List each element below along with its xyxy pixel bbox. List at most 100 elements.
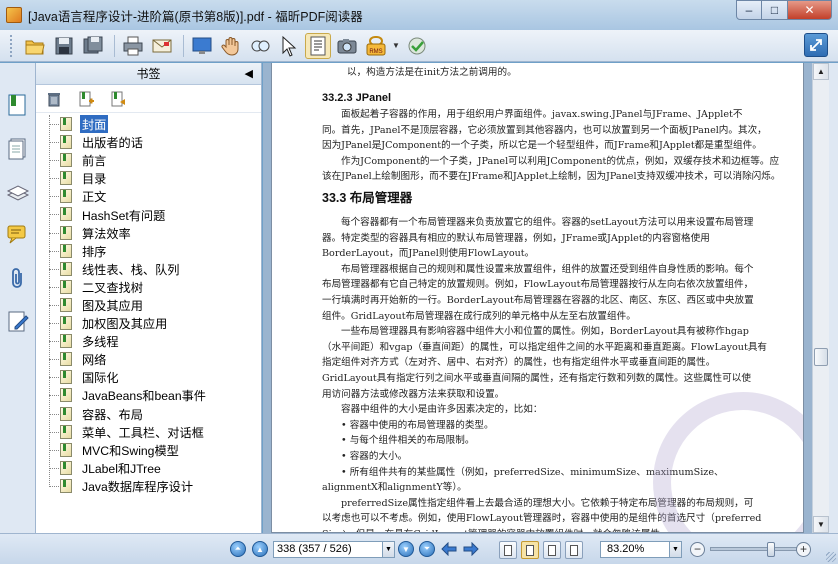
continuous-facing-view-button[interactable]: [565, 541, 583, 559]
doc-line: 面板起着子容器的作用，用于组织用户界面组件。javax.swing.JPanel…: [341, 109, 743, 120]
facing-view-button[interactable]: [543, 541, 561, 559]
collapse-panel-icon[interactable]: ◀: [245, 67, 253, 80]
bookmark-icon: [60, 316, 72, 331]
tree-connector-line: [49, 232, 59, 234]
save-as-button[interactable]: [80, 33, 106, 59]
resize-grip[interactable]: [826, 552, 836, 562]
sign-icon: [408, 37, 426, 54]
pages-tab[interactable]: [6, 137, 30, 161]
bookmark-label: 排序: [82, 244, 107, 259]
zoom-out-button[interactable]: −: [690, 542, 705, 557]
delete-bookmark-button[interactable]: [44, 89, 64, 109]
zoom-tool-button[interactable]: [247, 33, 273, 59]
tree-connector-line: [49, 142, 59, 144]
bookmark-item[interactable]: 前言: [36, 151, 262, 169]
back-button[interactable]: [440, 541, 458, 557]
bookmark-item[interactable]: 线性表、栈、队列: [36, 260, 262, 278]
first-page-button[interactable]: ⏶: [230, 541, 246, 557]
bookmarks-tab[interactable]: [6, 93, 30, 117]
bookmark-item[interactable]: JavaBeans和bean事件: [36, 386, 262, 404]
tree-connector-line: [49, 377, 59, 379]
zoom-dropdown-icon[interactable]: ▼: [670, 541, 682, 558]
bookmark-item[interactable]: 加权图及其应用: [36, 314, 262, 332]
bookmark-item[interactable]: 目录: [36, 169, 262, 187]
tree-connector-line: [49, 304, 59, 306]
bookmark-item[interactable]: 二叉查找树: [36, 278, 262, 296]
page-number-input[interactable]: 338 (357 / 526): [273, 541, 383, 558]
signatures-tab[interactable]: [6, 309, 30, 333]
right-edge: [829, 63, 838, 533]
bookmark-item[interactable]: 网络: [36, 350, 262, 368]
bookmark-label: Java数据库程序设计: [82, 479, 194, 494]
zoom-slider[interactable]: [710, 547, 800, 551]
bookmark-icon: [60, 478, 72, 493]
forward-button[interactable]: [462, 541, 480, 557]
close-button[interactable]: ✕: [788, 0, 832, 20]
toolbar-separator: [183, 34, 184, 57]
tree-connector-line: [49, 449, 59, 451]
bookmark-item[interactable]: 国际化: [36, 368, 262, 386]
bookmark-item[interactable]: Java数据库程序设计: [36, 477, 262, 495]
fullscreen-button[interactable]: [189, 33, 215, 59]
save-button[interactable]: [51, 33, 77, 59]
scroll-down-button[interactable]: ▼: [813, 516, 829, 533]
bookmark-label: JavaBeans和bean事件: [82, 389, 206, 404]
select-tool-button[interactable]: [276, 33, 302, 59]
document-view[interactable]: 以，构造方法是在init方法之前调用的。 33.2.3 JPanel 面板起着子…: [263, 63, 812, 533]
single-page-icon: [504, 544, 512, 556]
bookmark-item[interactable]: 图及其应用: [36, 296, 262, 314]
bookmark-item[interactable]: 出版者的话: [36, 133, 262, 151]
hand-tool-button[interactable]: [218, 33, 244, 59]
section-heading-33-3: 33.3 布局管理器: [322, 191, 413, 205]
bookmark-item[interactable]: 正文: [36, 187, 262, 205]
pdf-page: 以，构造方法是在init方法之前调用的。 33.2.3 JPanel 面板起着子…: [271, 63, 804, 533]
signature-pen-icon: [8, 311, 29, 332]
page-dropdown-icon[interactable]: ▼: [383, 541, 395, 558]
toolbar-grip[interactable]: [10, 34, 14, 57]
add-bookmark-icon: [79, 91, 94, 106]
text-select-button[interactable]: [305, 32, 331, 59]
zoom-in-button[interactable]: +: [796, 542, 811, 557]
rms-dropdown-icon[interactable]: ▼: [392, 41, 400, 50]
expand-toolbar-button[interactable]: [804, 33, 828, 57]
email-button[interactable]: [149, 33, 175, 59]
bookmark-item[interactable]: MVC和Swing模型: [36, 441, 262, 459]
bookmark-item[interactable]: 容器、布局: [36, 405, 262, 423]
bookmark-item[interactable]: 封面: [36, 115, 262, 134]
next-page-button[interactable]: ▼: [398, 541, 414, 557]
previous-page-button[interactable]: ▲: [252, 541, 268, 557]
bookmark-item[interactable]: 排序: [36, 242, 262, 260]
doc-line: 作为JComponent的一个子类，JPanel可以利用JComponent的优…: [341, 155, 780, 167]
pages-icon: [8, 138, 26, 160]
bookmarks-panel-header: 书签 ◀: [36, 63, 261, 85]
bookmark-item[interactable]: HashSet有问题: [36, 205, 262, 223]
comments-tab[interactable]: [6, 223, 30, 247]
sign-button[interactable]: [404, 33, 430, 59]
layers-tab[interactable]: [6, 181, 30, 205]
add-bookmark-button[interactable]: [76, 89, 96, 109]
open-button[interactable]: [22, 33, 48, 59]
last-page-button[interactable]: ⏷: [419, 541, 435, 557]
navigation-strip: [0, 63, 36, 533]
maximize-button[interactable]: □: [762, 0, 788, 20]
zoom-slider-thumb[interactable]: [767, 542, 776, 557]
continuous-view-button[interactable]: [521, 541, 539, 559]
bookmark-item[interactable]: 多线程: [36, 332, 262, 350]
print-button[interactable]: [120, 33, 146, 59]
add-child-bookmark-button[interactable]: [108, 89, 128, 109]
scroll-up-button[interactable]: ▲: [813, 63, 829, 80]
zoom-level-input[interactable]: 83.20%: [600, 541, 670, 558]
minimize-button[interactable]: –: [736, 0, 762, 20]
toolbar-separator: [114, 34, 115, 57]
bookmark-item[interactable]: JLabel和JTree: [36, 459, 262, 477]
scroll-thumb[interactable]: [814, 347, 828, 366]
bookmark-item[interactable]: 菜单、工具栏、对话框: [36, 423, 262, 441]
bookmark-item[interactable]: 算法效率: [36, 224, 262, 242]
attachments-tab[interactable]: [6, 267, 30, 291]
vertical-scrollbar[interactable]: ▲ ▼: [812, 63, 829, 533]
rms-icon: RMS: [366, 35, 386, 55]
bookmark-label: 目录: [82, 172, 107, 187]
snapshot-button[interactable]: [334, 33, 360, 59]
rms-button[interactable]: RMS: [363, 33, 389, 59]
single-page-view-button[interactable]: [499, 541, 517, 559]
